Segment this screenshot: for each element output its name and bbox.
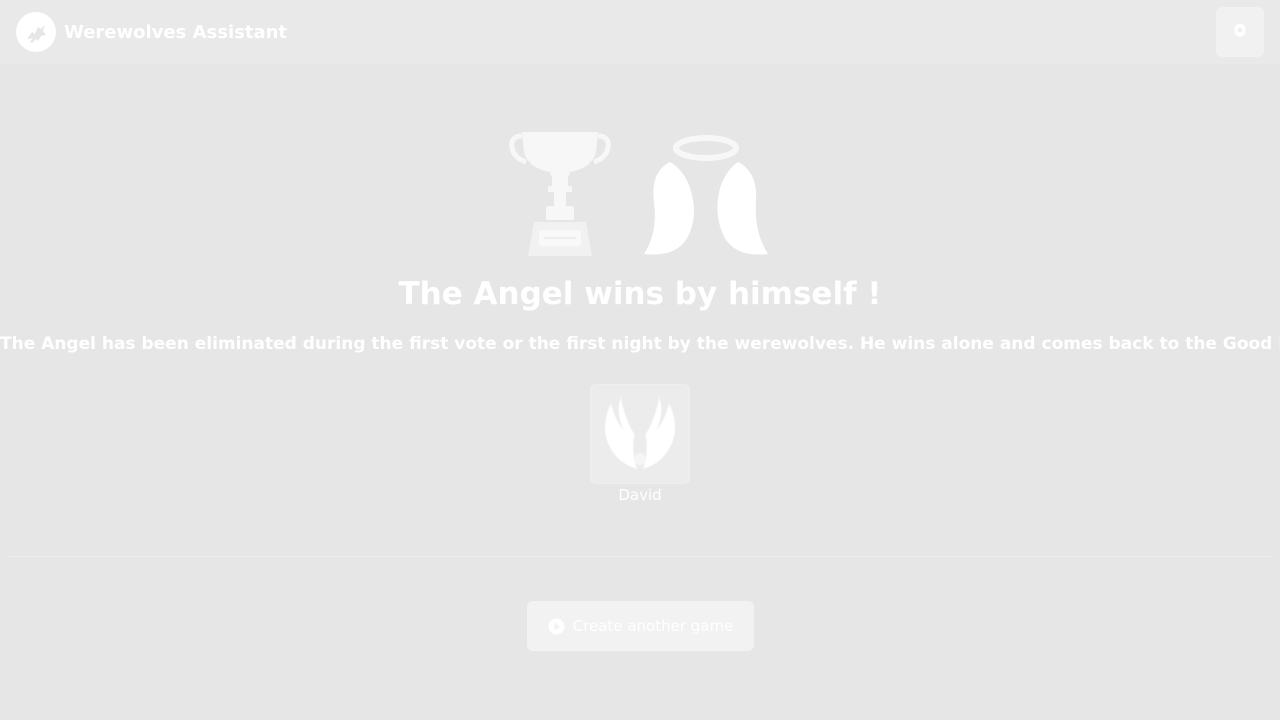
angel-wings-icon bbox=[640, 132, 774, 262]
create-another-game-button[interactable]: Create another game bbox=[527, 601, 754, 651]
player-name: David bbox=[618, 486, 662, 504]
divider bbox=[8, 556, 1272, 557]
wolf-logo-icon bbox=[16, 12, 56, 52]
winner-player-card[interactable]: David bbox=[590, 384, 690, 504]
app-title: Werewolves Assistant bbox=[64, 21, 288, 43]
play-circle-icon bbox=[548, 618, 565, 635]
victory-description: The Angel has been eliminated during the… bbox=[0, 334, 1280, 354]
brand[interactable]: Werewolves Assistant bbox=[16, 12, 287, 52]
navbar: Werewolves Assistant bbox=[0, 0, 1280, 64]
settings-button[interactable] bbox=[1216, 7, 1264, 57]
angel-role-icon[interactable] bbox=[590, 384, 690, 484]
trophy-icon bbox=[508, 128, 612, 262]
victory-title: The Angel wins by himself ! bbox=[398, 276, 882, 312]
create-game-label: Create another game bbox=[572, 617, 734, 635]
victory-icons bbox=[0, 128, 1280, 260]
gear-icon bbox=[1232, 22, 1248, 42]
